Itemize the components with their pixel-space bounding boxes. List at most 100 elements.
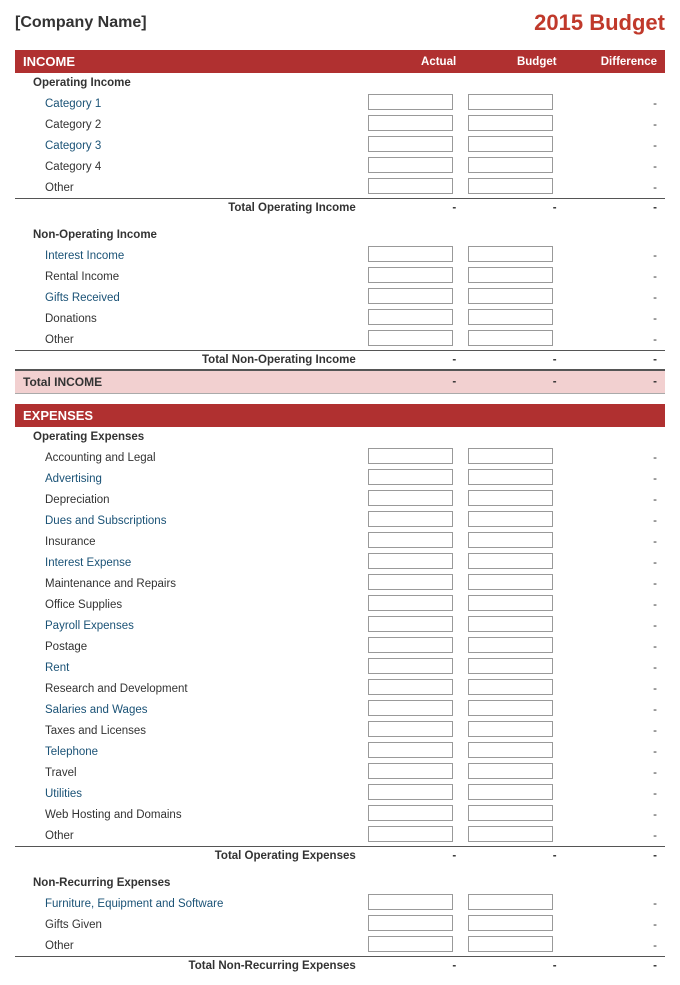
total-nre-budget: -: [464, 957, 564, 976]
postage: Postage: [15, 636, 364, 657]
insurance-diff: -: [565, 531, 665, 552]
non-op-other: Other: [15, 329, 364, 351]
non-rec-other-diff: -: [565, 935, 665, 957]
rental-income-actual-input[interactable]: [368, 267, 453, 283]
list-item: Accounting and Legal -: [15, 447, 665, 468]
payroll-diff: -: [565, 615, 665, 636]
non-recurring-label-row: Non-Recurring Expenses: [15, 873, 665, 893]
accounting-budget-input[interactable]: [468, 448, 553, 464]
furniture-diff: -: [565, 893, 665, 914]
interest-expense: Interest Expense: [15, 552, 364, 573]
interest-exp-budget-input[interactable]: [468, 553, 553, 569]
category2-actual-input[interactable]: [368, 115, 453, 131]
category3-budget-input[interactable]: [468, 136, 553, 152]
depreciation-budget-input[interactable]: [468, 490, 553, 506]
donations-budget-input[interactable]: [468, 309, 553, 325]
postage-actual-input[interactable]: [368, 637, 453, 653]
category1-budget-input[interactable]: [468, 94, 553, 110]
payroll-actual-input[interactable]: [368, 616, 453, 632]
operating-income-label: Operating Income: [15, 73, 364, 93]
interest-income-actual-input[interactable]: [368, 246, 453, 262]
category3-actual-input[interactable]: [368, 136, 453, 152]
total-operating-income-label: Total Operating Income: [15, 199, 364, 218]
gifts-given-actual-input[interactable]: [368, 915, 453, 931]
furniture-actual-input[interactable]: [368, 894, 453, 910]
total-operating-expenses-row: Total Operating Expenses - - -: [15, 847, 665, 866]
non-op-other-diff: -: [565, 329, 665, 351]
income-section-label: INCOME: [15, 50, 364, 73]
dues-subscriptions: Dues and Subscriptions: [15, 510, 364, 531]
interest-income-diff: -: [565, 245, 665, 266]
operating-income-label-row: Operating Income: [15, 73, 665, 93]
travel-diff: -: [565, 762, 665, 783]
maintenance-diff: -: [565, 573, 665, 594]
research-budget-input[interactable]: [468, 679, 553, 695]
taxes-actual-input[interactable]: [368, 721, 453, 737]
non-rec-other-actual-input[interactable]: [368, 936, 453, 952]
category1-actual-input[interactable]: [368, 94, 453, 110]
telephone-budget-input[interactable]: [468, 742, 553, 758]
income-category-1: Category 1: [15, 93, 364, 114]
maintenance-actual-input[interactable]: [368, 574, 453, 590]
research-diff: -: [565, 678, 665, 699]
office-actual-input[interactable]: [368, 595, 453, 611]
web-budget-input[interactable]: [468, 805, 553, 821]
other-oi-actual-input[interactable]: [368, 178, 453, 194]
interest-income-budget-input[interactable]: [468, 246, 553, 262]
donations: Donations: [15, 308, 364, 329]
non-op-other-budget-input[interactable]: [468, 330, 553, 346]
op-exp-other-actual-input[interactable]: [368, 826, 453, 842]
utilities-budget-input[interactable]: [468, 784, 553, 800]
office-supplies: Office Supplies: [15, 594, 364, 615]
accounting-legal: Accounting and Legal: [15, 447, 364, 468]
utilities-actual-input[interactable]: [368, 784, 453, 800]
taxes-budget-input[interactable]: [468, 721, 553, 737]
rent-actual-input[interactable]: [368, 658, 453, 674]
non-op-other-actual-input[interactable]: [368, 330, 453, 346]
insurance-actual-input[interactable]: [368, 532, 453, 548]
gifts-received-actual-input[interactable]: [368, 288, 453, 304]
advertising: Advertising: [15, 468, 364, 489]
donations-actual-input[interactable]: [368, 309, 453, 325]
insurance-budget-input[interactable]: [468, 532, 553, 548]
category4-budget-input[interactable]: [468, 157, 553, 173]
furniture-budget-input[interactable]: [468, 894, 553, 910]
advertising-budget-input[interactable]: [468, 469, 553, 485]
rental-income: Rental Income: [15, 266, 364, 287]
salaries-actual-input[interactable]: [368, 700, 453, 716]
postage-budget-input[interactable]: [468, 637, 553, 653]
non-rec-other-budget-input[interactable]: [468, 936, 553, 952]
non-operating-income-label: Non-Operating Income: [15, 225, 364, 245]
salaries-budget-input[interactable]: [468, 700, 553, 716]
travel-budget-input[interactable]: [468, 763, 553, 779]
taxes-diff: -: [565, 720, 665, 741]
actual-col-header: Actual: [364, 50, 464, 73]
telephone-actual-input[interactable]: [368, 742, 453, 758]
list-item: Rental Income -: [15, 266, 665, 287]
dues-budget-input[interactable]: [468, 511, 553, 527]
dues-actual-input[interactable]: [368, 511, 453, 527]
maintenance-budget-input[interactable]: [468, 574, 553, 590]
category2-budget-input[interactable]: [468, 115, 553, 131]
accounting-actual-input[interactable]: [368, 448, 453, 464]
payroll-budget-input[interactable]: [468, 616, 553, 632]
depreciation-actual-input[interactable]: [368, 490, 453, 506]
total-operating-income-row: Total Operating Income - - -: [15, 199, 665, 218]
gifts-received-budget-input[interactable]: [468, 288, 553, 304]
rent-budget-input[interactable]: [468, 658, 553, 674]
rent: Rent: [15, 657, 364, 678]
list-item: Other -: [15, 935, 665, 957]
advertising-actual-input[interactable]: [368, 469, 453, 485]
op-exp-other-diff: -: [565, 825, 665, 847]
op-exp-other-budget-input[interactable]: [468, 826, 553, 842]
web-actual-input[interactable]: [368, 805, 453, 821]
travel-actual-input[interactable]: [368, 763, 453, 779]
other-oi-budget-input[interactable]: [468, 178, 553, 194]
interest-exp-actual-input[interactable]: [368, 553, 453, 569]
category4-actual-input[interactable]: [368, 157, 453, 173]
op-exp-other: Other: [15, 825, 364, 847]
office-budget-input[interactable]: [468, 595, 553, 611]
rental-income-budget-input[interactable]: [468, 267, 553, 283]
research-actual-input[interactable]: [368, 679, 453, 695]
gifts-given-budget-input[interactable]: [468, 915, 553, 931]
